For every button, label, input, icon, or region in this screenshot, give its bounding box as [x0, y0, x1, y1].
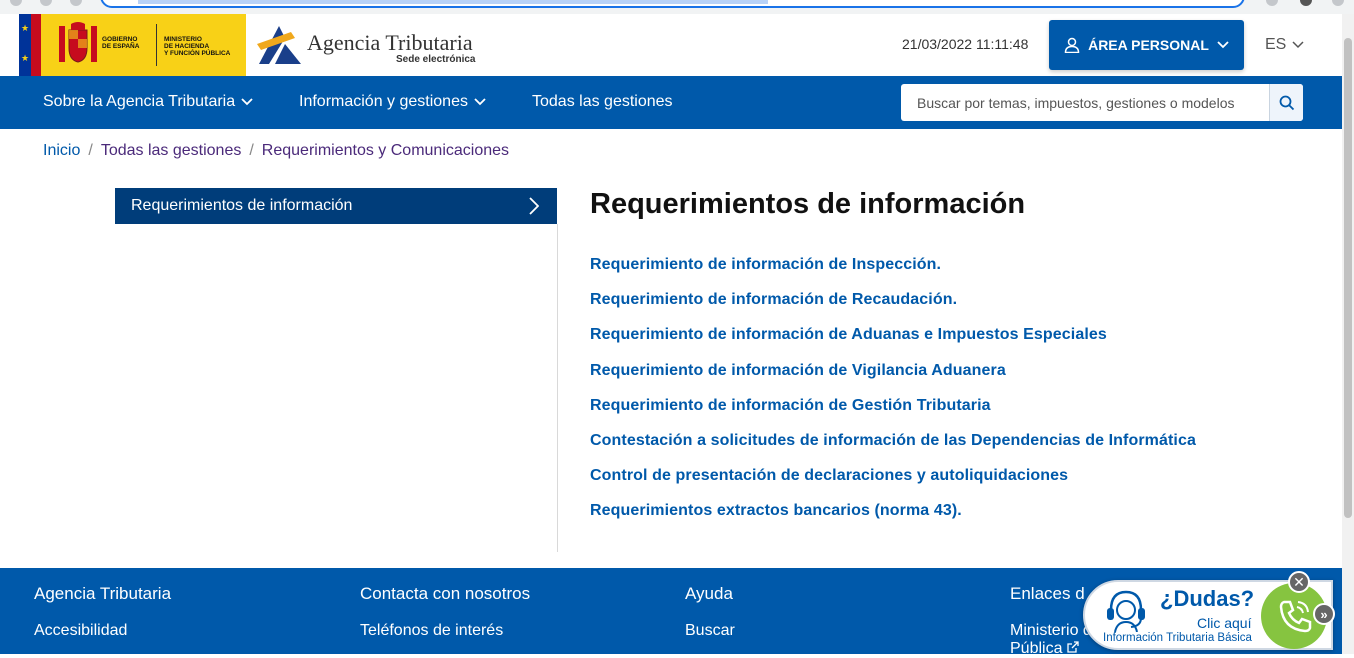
dudas-click-label: Clic aquí: [1197, 615, 1252, 631]
close-widget-button[interactable]: ✕: [1288, 571, 1310, 593]
browser-chrome: [0, 0, 1354, 14]
link-recaudacion[interactable]: Requerimiento de información de Recaudac…: [590, 291, 1196, 326]
sidebar-item-requerimientos[interactable]: Requerimientos de información: [115, 188, 557, 224]
forward-icon[interactable]: [40, 0, 52, 6]
area-personal-button[interactable]: ÁREA PERSONAL: [1049, 20, 1244, 70]
breadcrumb-inicio[interactable]: Inicio: [43, 142, 80, 160]
language-label: ES: [1265, 36, 1287, 53]
page-scrollbar[interactable]: [1342, 14, 1354, 654]
search-icon: [1279, 95, 1294, 110]
breadcrumb-separator: /: [88, 142, 93, 159]
expand-widget-button[interactable]: »: [1313, 603, 1335, 625]
footer-link-ministerio[interactable]: Ministerio d: [1010, 622, 1092, 640]
breadcrumb-todas-gestiones[interactable]: Todas las gestiones: [101, 142, 242, 160]
link-control-presentacion[interactable]: Control de presentación de declaraciones…: [590, 467, 1196, 502]
page-title: Requerimientos de información: [590, 188, 1026, 220]
footer-heading: Ayuda: [685, 584, 733, 603]
profile-avatar[interactable]: [1300, 0, 1312, 6]
footer-heading: Enlaces d: [1010, 584, 1085, 603]
gobierno-logo[interactable]: ★ ★ GOBIERNO DE ESPAÑA MINISTERIO DE HAC…: [19, 14, 246, 76]
agency-name: Agencia Tributaria: [307, 30, 473, 55]
footer-col-enlaces: Enlaces d Ministerio d Pública: [1010, 584, 1092, 658]
address-bar[interactable]: [100, 0, 1245, 8]
footer-link-buscar[interactable]: Buscar: [685, 622, 735, 640]
scrollbar-thumb[interactable]: [1344, 38, 1352, 518]
gobierno-text: GOBIERNO DE ESPAÑA: [102, 36, 140, 50]
agencia-tributaria-logo[interactable]: Agencia Tributaria Sede electrónica: [255, 24, 495, 70]
breadcrumb: Inicio / Todas las gestiones / Requerimi…: [43, 142, 509, 160]
column-divider: [557, 224, 558, 552]
breadcrumb-requerimientos-comunicaciones[interactable]: Requerimientos y Comunicaciones: [262, 142, 509, 160]
external-link-icon: [1067, 641, 1079, 653]
search-box: [901, 84, 1303, 121]
ministerio-text: MINISTERIO DE HACIENDA Y FUNCIÓN PÚBLICA: [164, 36, 231, 57]
footer-link-accesibilidad[interactable]: Accesibilidad: [34, 622, 171, 640]
agent-headset-icon: [1107, 590, 1145, 632]
footer-link-telefonos[interactable]: Teléfonos de interés: [360, 622, 530, 640]
user-icon: [1064, 37, 1080, 53]
chevron-down-icon: [1292, 41, 1304, 49]
area-personal-label: ÁREA PERSONAL: [1088, 37, 1209, 53]
link-vigilancia-aduanera[interactable]: Requerimiento de información de Vigilanc…: [590, 362, 1196, 397]
chevron-down-icon: [474, 98, 486, 106]
menu-icon[interactable]: [1332, 0, 1344, 6]
footer-col-ayuda: Ayuda Buscar: [685, 584, 735, 640]
footer-heading: Agencia Tributaria: [34, 584, 172, 603]
requerimientos-link-list: Requerimiento de información de Inspecci…: [590, 256, 1196, 538]
dudas-subtitle: Información Tributaria Básica: [1103, 632, 1252, 644]
extensions-icon[interactable]: [1266, 0, 1278, 6]
link-gestion-tributaria[interactable]: Requerimiento de información de Gestión …: [590, 397, 1196, 432]
back-icon[interactable]: [10, 0, 22, 6]
chevron-down-icon: [1217, 41, 1229, 49]
main-navbar: Sobre la Agencia Tributaria Información …: [0, 76, 1342, 129]
footer-link-publica[interactable]: Pública: [1010, 640, 1092, 658]
link-inspeccion[interactable]: Requerimiento de información de Inspecci…: [590, 256, 1196, 291]
link-aduanas[interactable]: Requerimiento de información de Aduanas …: [590, 326, 1196, 361]
eu-flag-band: ★ ★: [19, 14, 31, 76]
nav-sobre-agencia[interactable]: Sobre la Agencia Tributaria: [43, 93, 253, 111]
footer-col-contacta: Contacta con nosotros Teléfonos de inter…: [360, 584, 530, 640]
chevron-right-icon: [529, 197, 539, 215]
site-header: ★ ★ GOBIERNO DE ESPAÑA MINISTERIO DE HAC…: [0, 14, 1342, 76]
link-extractos-bancarios[interactable]: Requerimientos extractos bancarios (norm…: [590, 502, 1196, 537]
close-icon: ✕: [1293, 574, 1305, 590]
language-selector[interactable]: ES: [1265, 36, 1304, 54]
chevron-down-icon: [241, 98, 253, 106]
nav-todas-gestiones[interactable]: Todas las gestiones: [532, 93, 673, 111]
agency-subtitle: Sede electrónica: [396, 54, 476, 65]
nav-informacion-gestiones[interactable]: Información y gestiones: [299, 93, 486, 111]
search-input[interactable]: [901, 84, 1269, 121]
reload-icon[interactable]: [70, 0, 82, 6]
footer-col-agencia: Agencia Tributaria Accesibilidad: [34, 584, 171, 640]
agencia-logo-icon: [257, 26, 301, 64]
search-button[interactable]: [1269, 84, 1303, 121]
double-chevron-right-icon: »: [1320, 606, 1328, 622]
dudas-title: ¿Dudas?: [1160, 586, 1255, 611]
breadcrumb-separator: /: [249, 142, 254, 159]
phone-icon: [1279, 600, 1312, 633]
footer-heading: Contacta con nosotros: [360, 584, 531, 603]
link-dependencias-informatica[interactable]: Contestación a solicitudes de informació…: [590, 432, 1196, 467]
session-datetime: 21/03/2022 11:11:48: [902, 36, 1029, 52]
